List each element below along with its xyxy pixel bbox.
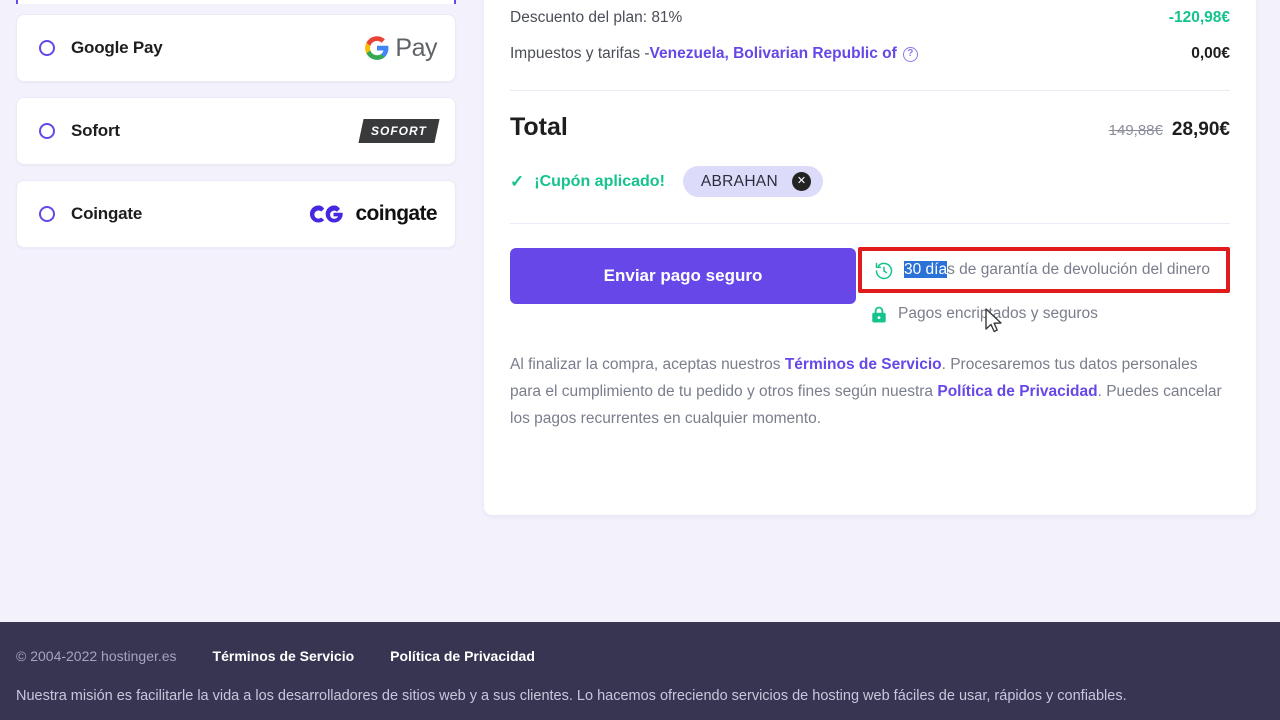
tax-country-link[interactable]: Venezuela, Bolivarian Republic of — [650, 45, 897, 63]
terms-part1: Al finalizar la compra, aceptas nuestros — [510, 355, 785, 373]
coupon-chip: ABRAHAN ✕ — [682, 166, 823, 197]
money-back-guarantee-text: 30 días de garantía de devolución del di… — [904, 259, 1210, 281]
action-area: Enviar pago seguro 30 días de garantía d… — [510, 247, 1230, 326]
money-back-guarantee: 30 días de garantía de devolución del di… — [874, 259, 1216, 281]
payment-method-selected-partial[interactable] — [16, 0, 456, 4]
discount-row: Descuento del plan: 81% -120,98€ — [510, 0, 1230, 36]
discount-label: Descuento del plan: 81% — [510, 9, 683, 26]
money-back-guarantee-highlight: 30 días de garantía de devolución del di… — [858, 247, 1230, 294]
total-new-price: 28,90€ — [1171, 119, 1230, 140]
checkout-page: Google Pay Pay Sofort SOFORT Coingate co… — [0, 0, 1280, 720]
radio-sofort[interactable] — [39, 123, 55, 139]
close-circle-icon[interactable]: ✕ — [791, 172, 811, 191]
question-circle-icon[interactable]: ? — [902, 46, 918, 62]
payment-method-label: Coingate — [71, 204, 143, 223]
total-old-price: 149,88€ — [1108, 122, 1163, 139]
discount-amount: -120,98€ — [1168, 9, 1230, 26]
submit-payment-button[interactable]: Enviar pago seguro — [510, 248, 856, 304]
coupon-code: ABRAHAN — [700, 172, 778, 190]
coingate-logo: coingate — [304, 201, 438, 227]
radio-google-pay[interactable] — [39, 40, 55, 56]
mouse-pointer-icon — [985, 308, 1002, 333]
sofort-logo-text: SOFORT — [371, 124, 427, 138]
assurances: 30 días de garantía de devolución del di… — [858, 247, 1230, 326]
total-label: Total — [510, 113, 568, 141]
sofort-logo: SOFORT — [358, 119, 440, 143]
coingate-mark-icon — [310, 205, 344, 223]
page-footer: © 2004-2022 hostinger.es Términos de Ser… — [0, 622, 1280, 720]
google-g-icon — [365, 36, 389, 60]
divider — [510, 223, 1230, 224]
lock-icon — [872, 307, 886, 323]
check-icon: ✓ — [510, 171, 525, 191]
clock-rewind-icon — [875, 262, 893, 280]
google-pay-logo: Pay — [364, 34, 437, 63]
radio-coingate[interactable] — [39, 206, 55, 222]
total-row: Total 149,88€ 28,90€ — [510, 113, 1230, 142]
payment-method-list: Google Pay Pay Sofort SOFORT Coingate co… — [16, 0, 456, 263]
terms-paragraph: Al finalizar la compra, aceptas nuestros… — [510, 352, 1226, 432]
payment-method-sofort[interactable]: Sofort SOFORT — [16, 97, 456, 165]
tax-amount: 0,00€ — [1191, 45, 1230, 62]
coingate-logo-text: coingate — [355, 202, 437, 225]
guarantee-rest-text: s de garantía de devolución del dinero — [947, 261, 1210, 278]
terms-of-service-link[interactable]: Términos de Servicio — [785, 356, 942, 373]
coupon-applied-text: ¡Cupón aplicado! — [534, 172, 665, 190]
footer-link-terms[interactable]: Términos de Servicio — [213, 648, 355, 664]
secure-payments: Pagos encriptados y seguros — [870, 303, 1230, 325]
payment-method-google-pay[interactable]: Google Pay Pay — [16, 14, 456, 82]
privacy-policy-link[interactable]: Política de Privacidad — [937, 383, 1097, 400]
footer-mission-text: Nuestra misión es facilitarle la vida a … — [16, 688, 1127, 704]
selected-text-range: 30 día — [904, 261, 948, 278]
footer-top-row: © 2004-2022 hostinger.es Términos de Ser… — [16, 648, 1264, 664]
footer-copyright: © 2004-2022 hostinger.es — [16, 648, 177, 664]
divider — [510, 90, 1230, 91]
google-pay-logo-text: Pay — [395, 33, 437, 62]
payment-method-label: Sofort — [71, 121, 120, 140]
payment-method-coingate[interactable]: Coingate coingate — [16, 180, 456, 248]
coupon-row: ✓ ¡Cupón aplicado! ABRAHAN ✕ — [510, 166, 1230, 197]
payment-method-label: Google Pay — [71, 38, 163, 57]
tax-row: Impuestos y tarifas - Venezuela, Bolivar… — [510, 36, 1230, 72]
tax-label: Impuestos y tarifas - — [510, 45, 650, 62]
footer-link-privacy[interactable]: Política de Privacidad — [390, 648, 535, 664]
order-summary-card: Descuento del plan: 81% -120,98€ Impuest… — [484, 0, 1256, 515]
